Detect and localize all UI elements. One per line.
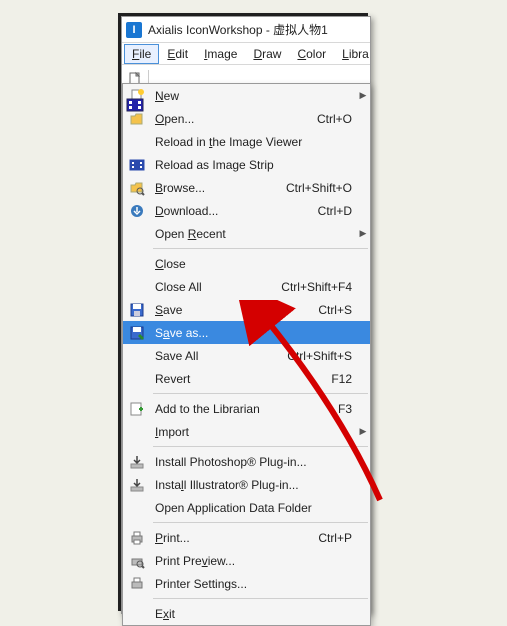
menu-shortcut: Ctrl+P bbox=[318, 531, 356, 545]
left-toolbar bbox=[124, 94, 148, 116]
file-menu-print-preview[interactable]: Print Preview... bbox=[123, 549, 370, 572]
file-menu-save-all[interactable]: Save AllCtrl+Shift+S bbox=[123, 344, 370, 367]
menu-separator bbox=[153, 248, 368, 249]
menu-shortcut: Ctrl+Shift+F4 bbox=[281, 280, 356, 294]
menu-label: Reload in the Image Viewer bbox=[151, 135, 352, 149]
menu-color[interactable]: Color bbox=[289, 44, 334, 64]
menu-edit[interactable]: Edit bbox=[159, 44, 196, 64]
menu-shortcut: Ctrl+Shift+O bbox=[286, 181, 356, 195]
menu-draw[interactable]: Draw bbox=[245, 44, 289, 64]
menu-shortcut: Ctrl+O bbox=[317, 112, 356, 126]
menu-label: Open... bbox=[151, 112, 317, 126]
file-menu-save[interactable]: SaveCtrl+S bbox=[123, 298, 370, 321]
app-icon: I bbox=[126, 22, 142, 38]
submenu-arrow-icon: ▶ bbox=[356, 426, 370, 437]
save-icon bbox=[123, 302, 151, 318]
file-menu-save-as[interactable]: Save as... bbox=[123, 321, 370, 344]
menu-libra[interactable]: Libra bbox=[334, 44, 377, 64]
menu-label: Save bbox=[151, 303, 318, 317]
menu-label: Install Illustrator® Plug-in... bbox=[151, 478, 352, 492]
menu-image[interactable]: Image bbox=[196, 44, 245, 64]
menu-label: Close bbox=[151, 257, 352, 271]
menu-label: Save All bbox=[151, 349, 287, 363]
file-menu-dropdown: New ▶ Open...Ctrl+O Reload in the Image Vie… bbox=[122, 83, 371, 626]
menu-file[interactable]: File bbox=[124, 44, 159, 64]
title-bar: I Axialis IconWorkshop - 虚拟人物1 bbox=[122, 17, 370, 43]
file-menu-print[interactable]: Print...Ctrl+P bbox=[123, 526, 370, 549]
file-menu-new[interactable]: New ▶ bbox=[123, 84, 370, 107]
menu-shortcut: Ctrl+S bbox=[318, 303, 356, 317]
install-icon bbox=[123, 477, 151, 493]
menu-separator bbox=[153, 446, 368, 447]
menu-label: Print... bbox=[151, 531, 318, 545]
saveas-icon bbox=[123, 325, 151, 341]
file-menu-browse[interactable]: Browse...Ctrl+Shift+O bbox=[123, 176, 370, 199]
menu-label: Import bbox=[151, 425, 352, 439]
menu-shortcut: Ctrl+D bbox=[318, 204, 356, 218]
menu-separator bbox=[153, 393, 368, 394]
submenu-arrow-icon: ▶ bbox=[356, 90, 370, 101]
menu-label: Open Application Data Folder bbox=[151, 501, 352, 515]
menu-label: Reload as Image Strip bbox=[151, 158, 352, 172]
menu-label: Add to the Librarian bbox=[151, 402, 338, 416]
menu-label: Revert bbox=[151, 372, 331, 386]
strip-icon bbox=[123, 158, 151, 172]
install-icon bbox=[123, 454, 151, 470]
file-menu-install-illustrator-plug-in[interactable]: Install Illustrator® Plug-in... bbox=[123, 473, 370, 496]
menu-shortcut: Ctrl+Shift+S bbox=[287, 349, 356, 363]
menu-separator bbox=[153, 598, 368, 599]
file-menu-add-to-the-librarian[interactable]: Add to the LibrarianF3 bbox=[123, 397, 370, 420]
menu-label: Printer Settings... bbox=[151, 577, 352, 591]
menu-label: Open Recent bbox=[151, 227, 352, 241]
preview-icon bbox=[123, 553, 151, 569]
file-menu-download[interactable]: Download...Ctrl+D bbox=[123, 199, 370, 222]
menu-bar: FileEditImageDrawColorLibra bbox=[122, 43, 370, 65]
print-icon bbox=[123, 530, 151, 546]
file-menu-reload-as-image-strip[interactable]: Reload as Image Strip bbox=[123, 153, 370, 176]
menu-label: Exit bbox=[151, 607, 352, 621]
app-window: I Axialis IconWorkshop - 虚拟人物1 FileEditI… bbox=[121, 16, 371, 614]
menu-label: Install Photoshop® Plug-in... bbox=[151, 455, 352, 469]
menu-shortcut: F3 bbox=[338, 402, 356, 416]
file-menu-revert[interactable]: RevertF12 bbox=[123, 367, 370, 390]
file-menu-reload-in-the-image-viewer[interactable]: Reload in the Image Viewer bbox=[123, 130, 370, 153]
menu-label: Save as... bbox=[151, 326, 352, 340]
browse-icon bbox=[123, 180, 151, 196]
library-icon bbox=[123, 401, 151, 417]
submenu-arrow-icon: ▶ bbox=[356, 228, 370, 239]
menu-label: New bbox=[151, 89, 352, 103]
file-menu-open[interactable]: Open...Ctrl+O bbox=[123, 107, 370, 130]
file-menu-close[interactable]: Close bbox=[123, 252, 370, 275]
menu-label: Close All bbox=[151, 280, 281, 294]
printer-icon bbox=[123, 576, 151, 592]
file-menu-close-all[interactable]: Close AllCtrl+Shift+F4 bbox=[123, 275, 370, 298]
menu-label: Browse... bbox=[151, 181, 286, 195]
menu-label: Download... bbox=[151, 204, 318, 218]
file-menu-open-application-data-folder[interactable]: Open Application Data Folder bbox=[123, 496, 370, 519]
download-icon bbox=[123, 203, 151, 219]
file-menu-exit[interactable]: Exit bbox=[123, 602, 370, 625]
file-menu-install-photoshop-plug-in[interactable]: Install Photoshop® Plug-in... bbox=[123, 450, 370, 473]
menu-label: Print Preview... bbox=[151, 554, 352, 568]
window-title: Axialis IconWorkshop - 虚拟人物1 bbox=[148, 21, 328, 38]
file-menu-open-recent[interactable]: Open Recent ▶ bbox=[123, 222, 370, 245]
menu-shortcut: F12 bbox=[331, 372, 356, 386]
file-menu-printer-settings[interactable]: Printer Settings... bbox=[123, 572, 370, 595]
tool-filmstrip-icon[interactable] bbox=[124, 94, 146, 116]
file-menu-import[interactable]: Import ▶ bbox=[123, 420, 370, 443]
menu-separator bbox=[153, 522, 368, 523]
